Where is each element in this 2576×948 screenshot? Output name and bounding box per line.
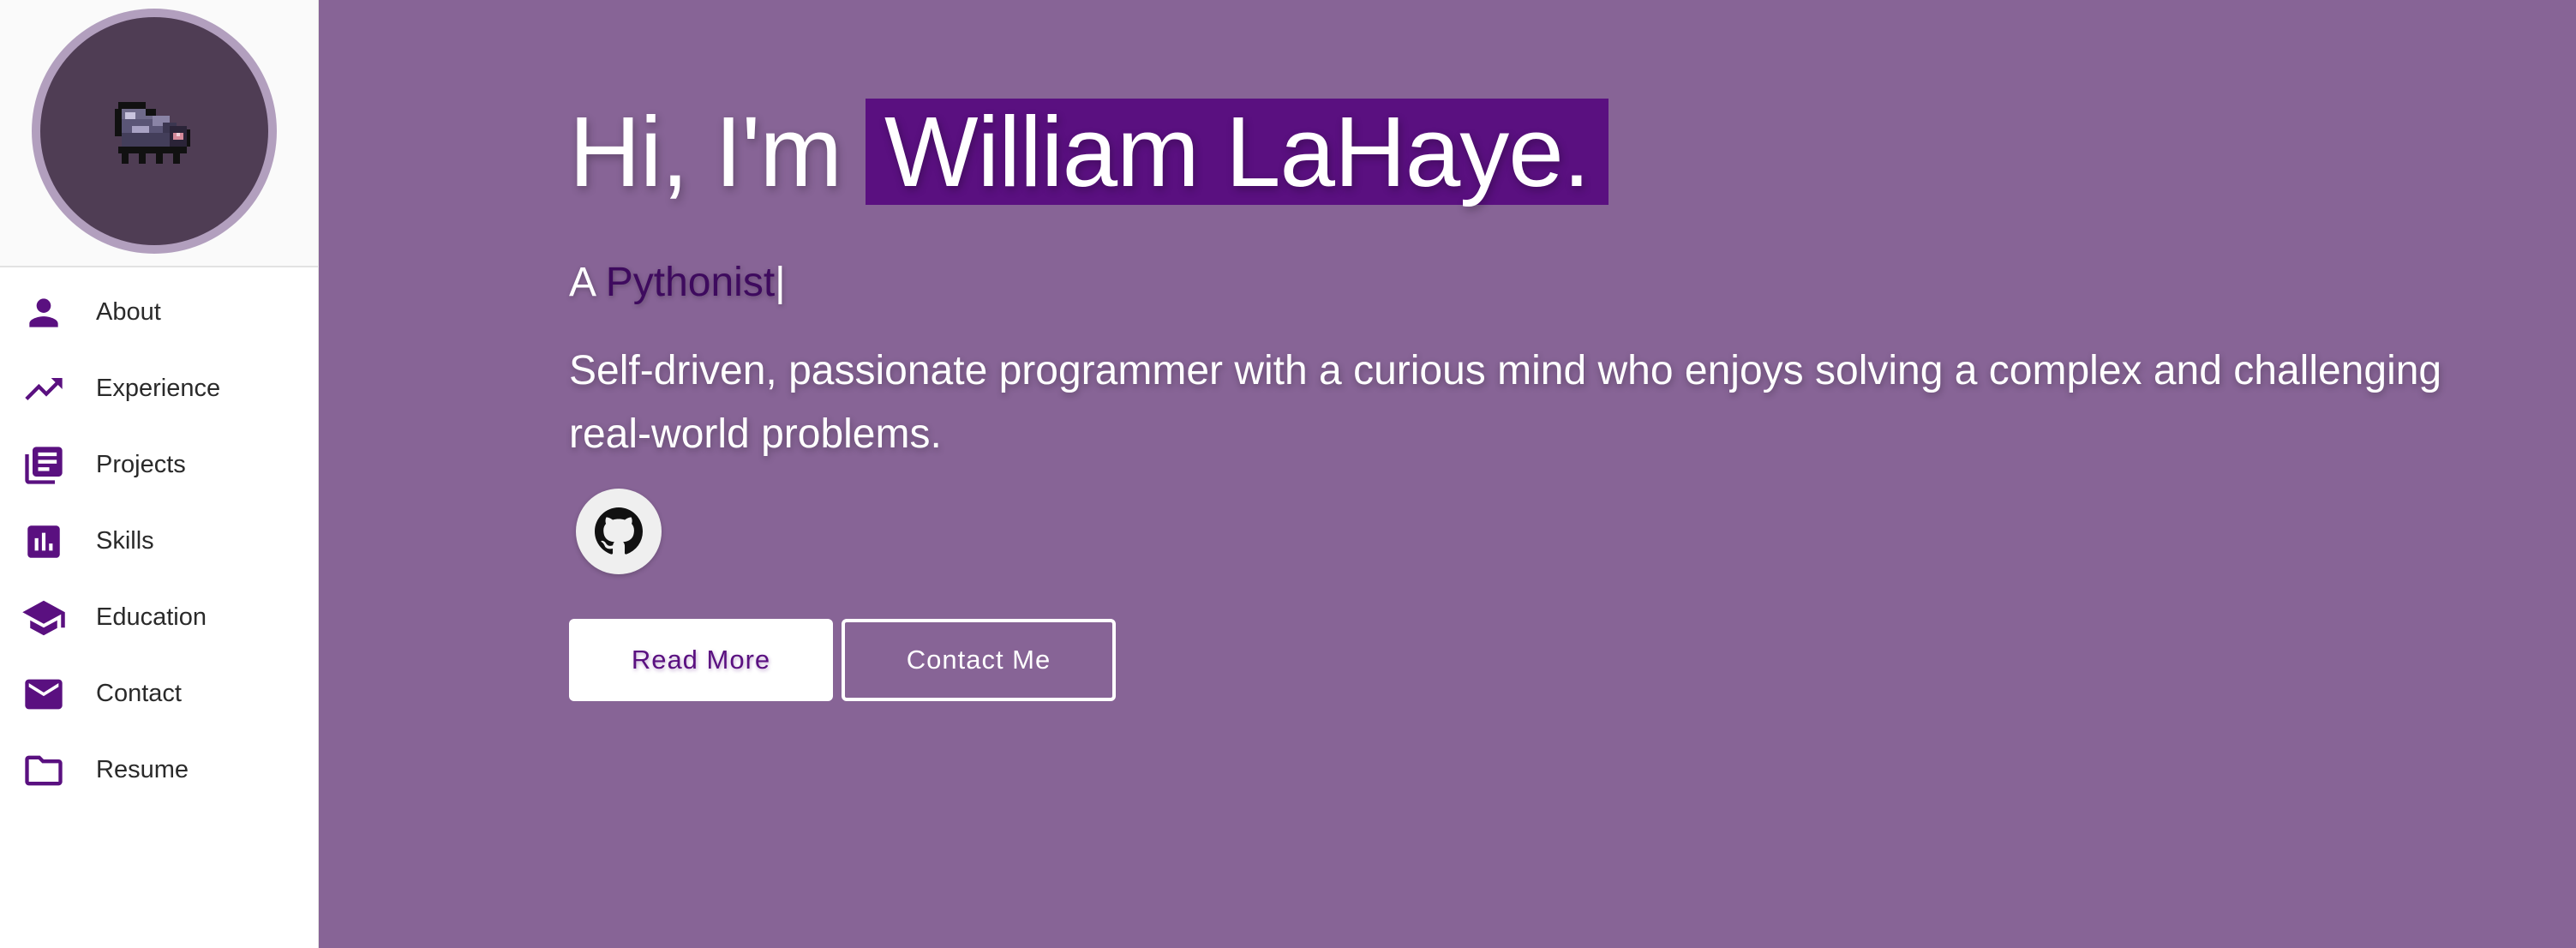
- sidebar-nav: About Experience Projects Skills Educati…: [0, 274, 319, 808]
- pixel-creature-icon: [115, 102, 190, 164]
- mail-icon: [21, 671, 67, 717]
- sidebar-header: [0, 0, 318, 267]
- avatar-inner: [40, 17, 268, 245]
- sidebar-item-contact[interactable]: Contact: [0, 656, 319, 732]
- tagline-role: Pythonist: [605, 260, 776, 305]
- sidebar-item-label: Resume: [96, 756, 189, 783]
- github-icon: [595, 507, 643, 555]
- sidebar-item-label: Projects: [96, 451, 186, 478]
- folder-icon: [21, 747, 67, 794]
- sidebar-item-label: About: [96, 298, 161, 326]
- bar-chart-icon: [21, 519, 67, 565]
- graduation-cap-icon: [21, 595, 67, 641]
- sidebar: About Experience Projects Skills Educati…: [0, 0, 319, 948]
- hero-headline: Hi, I'm William LaHaye.: [569, 94, 1609, 209]
- sidebar-item-label: Contact: [96, 680, 182, 707]
- sidebar-item-resume[interactable]: Resume: [0, 732, 319, 808]
- read-more-button[interactable]: Read More: [569, 619, 833, 701]
- sidebar-item-about[interactable]: About: [0, 274, 319, 351]
- github-link[interactable]: [576, 489, 662, 574]
- greeting-text: Hi, I'm: [569, 96, 842, 207]
- hero-section: Hi, I'm William LaHaye. A Pythonist| Sel…: [569, 0, 2540, 948]
- name-highlight: William LaHaye.: [866, 99, 1609, 205]
- person-icon: [21, 290, 67, 336]
- sidebar-item-experience[interactable]: Experience: [0, 351, 319, 427]
- avatar[interactable]: [32, 9, 277, 254]
- sidebar-item-label: Education: [96, 603, 207, 631]
- contact-me-button[interactable]: Contact Me: [842, 619, 1116, 701]
- tagline: A Pythonist|: [569, 259, 786, 306]
- tagline-prefix: A: [569, 260, 595, 305]
- typing-cursor: |: [775, 260, 786, 305]
- sidebar-item-education[interactable]: Education: [0, 579, 319, 656]
- library-books-icon: [21, 442, 67, 489]
- bio-text: Self-driven, passionate programmer with …: [569, 348, 2442, 457]
- sidebar-item-label: Experience: [96, 375, 221, 402]
- sidebar-item-label: Skills: [96, 527, 154, 555]
- sidebar-item-projects[interactable]: Projects: [0, 427, 319, 503]
- trending-up-icon: [21, 366, 67, 412]
- sidebar-item-skills[interactable]: Skills: [0, 503, 319, 579]
